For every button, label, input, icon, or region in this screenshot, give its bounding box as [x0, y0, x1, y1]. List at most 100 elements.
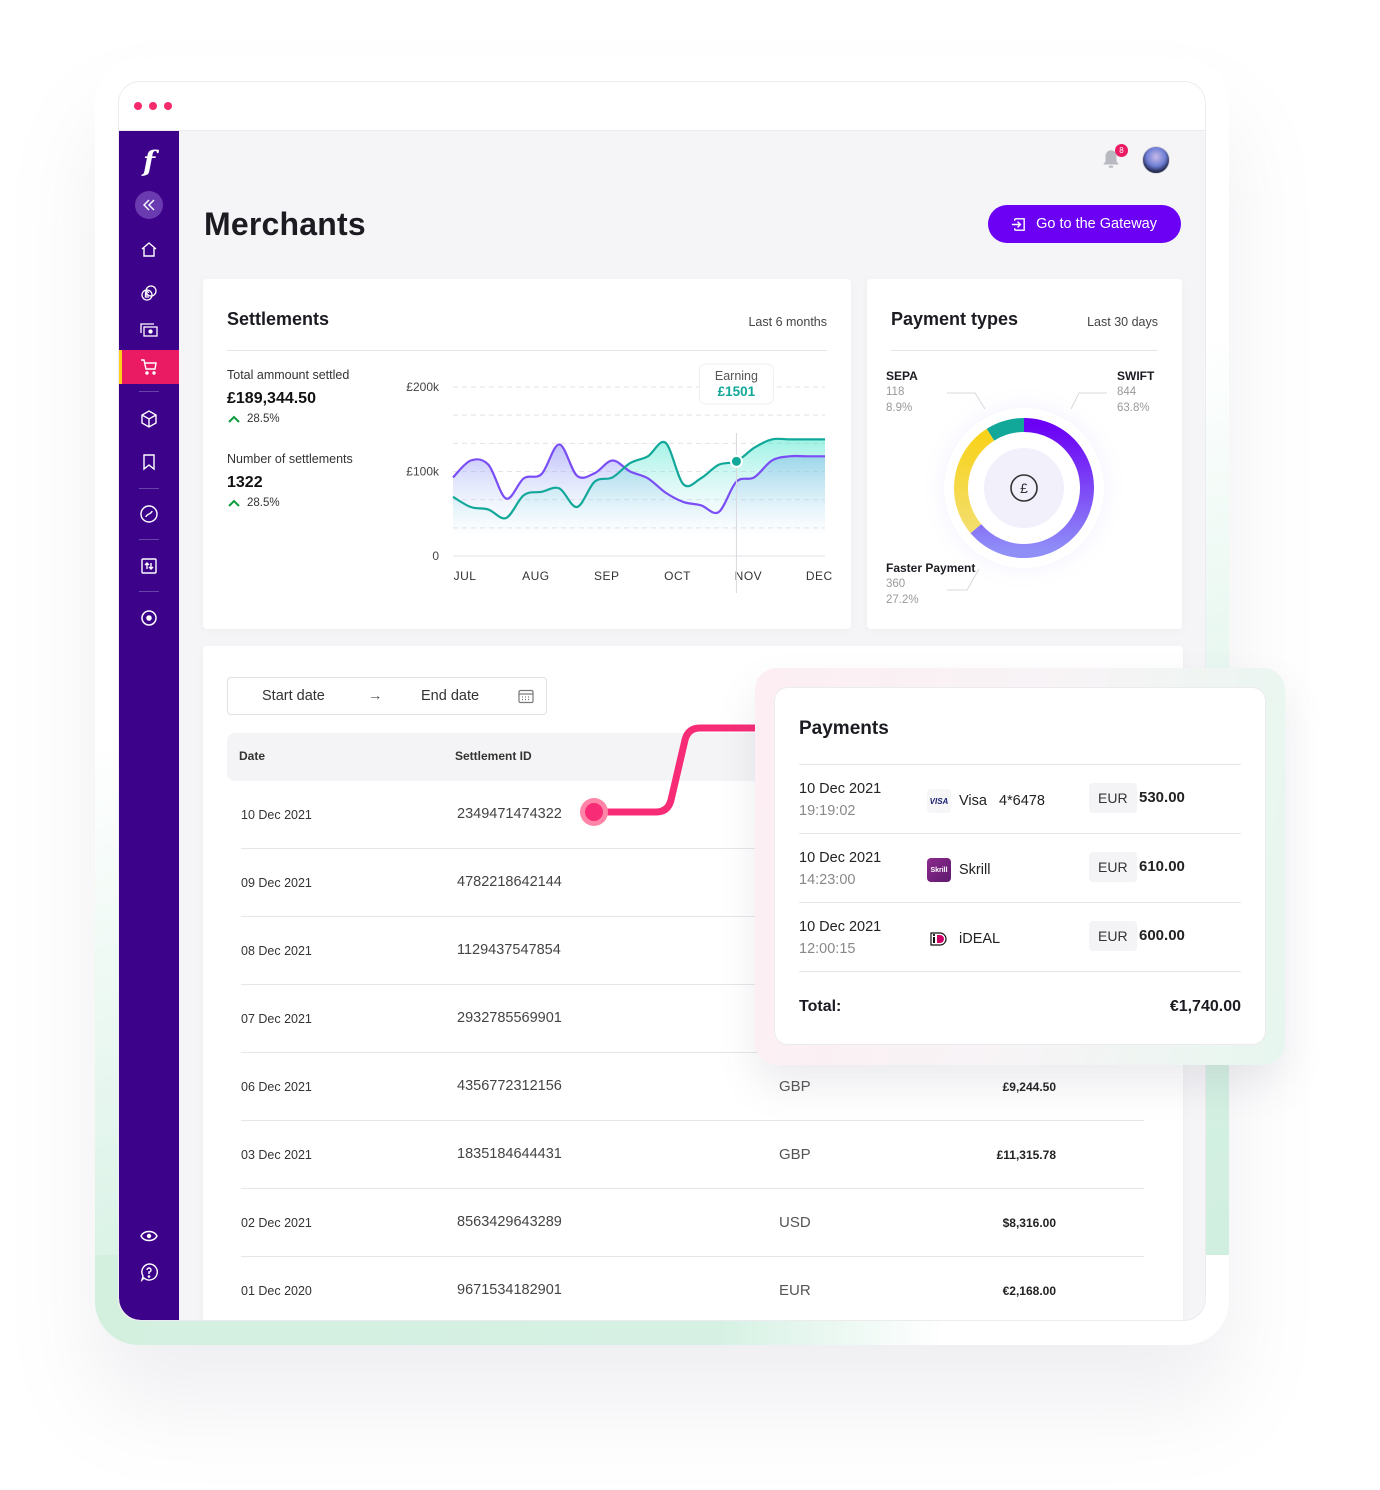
x-tick-label: SEP	[594, 569, 620, 583]
notifications-button[interactable]: 8	[1100, 144, 1128, 172]
tooltip-value: £1501	[718, 384, 756, 399]
table-row[interactable]: 02 Dec 2021 8563429643289 USD $8,316.00	[241, 1189, 1144, 1257]
tooltip-label: Earning	[715, 369, 758, 383]
series-area	[453, 438, 825, 536]
change-value: 28.5%	[247, 497, 280, 509]
help-icon	[140, 1263, 158, 1282]
title-bar	[119, 82, 1205, 131]
table-row[interactable]: 03 Dec 2021 1835184644431 GBP £11,315.78	[241, 1121, 1144, 1189]
legend-faster-payment: Faster Payment 360 27.2%	[886, 560, 975, 608]
cell-settlement-id: 2932785569901	[457, 1010, 562, 1026]
window-dot[interactable]	[164, 102, 172, 110]
calendar-icon[interactable]	[518, 689, 534, 704]
settlements-chart[interactable]: 0 £100k £200k JUL AUG SEP OCT NOV DEC Earning£150…	[393, 363, 833, 593]
payment-currency: EUR	[1089, 852, 1137, 882]
sidebar-item-currency[interactable]	[119, 276, 179, 310]
sidebar-item-settings[interactable]	[119, 601, 179, 635]
y-tick-label: 0	[432, 549, 439, 563]
cube-icon	[141, 410, 157, 428]
legend-count: 360	[886, 578, 906, 590]
sidebar-item-transfers[interactable]	[119, 549, 179, 583]
end-date-input[interactable]: End date	[421, 688, 479, 704]
header-actions: 8	[1100, 144, 1170, 174]
column-header-date[interactable]: Date	[239, 749, 265, 763]
legend-percent: 27.2%	[886, 594, 919, 606]
payments-total-value: €1,740.00	[1169, 998, 1241, 1015]
settlements-period[interactable]: Last 6 months	[748, 315, 827, 329]
sidebar-item-bookmarks[interactable]	[119, 445, 179, 479]
settlement-count-value: 1322	[227, 474, 263, 491]
x-tick-label: DEC	[806, 569, 833, 583]
payment-row[interactable]: 10 Dec 2021 14:23:00 Skrill Skrill EUR 610.00	[799, 834, 1241, 903]
sidebar-item-cash[interactable]	[119, 313, 179, 347]
payment-method: VISA Visa 4*6478	[927, 789, 1045, 813]
window-dot[interactable]	[134, 102, 142, 110]
payment-time: 12:00:15	[799, 941, 856, 957]
visa-icon: VISA	[927, 789, 951, 813]
payment-currency: EUR	[1089, 783, 1137, 813]
x-tick-label: JUL	[454, 569, 477, 583]
cart-icon	[141, 359, 157, 375]
coins-icon	[141, 285, 157, 301]
user-avatar[interactable]	[1142, 146, 1170, 174]
settlements-title: Settlements	[227, 309, 330, 329]
brand-logo[interactable]: f	[119, 145, 179, 178]
payment-types-period[interactable]: Last 30 days	[1087, 315, 1158, 329]
legend-percent: 8.9%	[886, 402, 913, 414]
x-tick-label: AUG	[522, 569, 550, 583]
cell-settlement-id: 9671534182901	[457, 1282, 562, 1298]
divider	[227, 350, 827, 351]
payment-row[interactable]: 10 Dec 2021 12:00:15 iDEAL EUR 600.00	[799, 903, 1241, 972]
payments-total-label: Total:	[799, 998, 842, 1015]
cell-date: 03 Dec 2021	[241, 1148, 312, 1162]
payment-currency: EUR	[1089, 921, 1137, 951]
cell-settlement-id: 1129437547854	[457, 942, 561, 958]
sidebar-item-help[interactable]	[119, 1255, 179, 1289]
payment-datetime: 10 Dec 2021 12:00:15	[799, 916, 881, 960]
cell-currency: USD	[779, 1214, 811, 1231]
window-controls	[134, 102, 172, 110]
gear-icon	[141, 610, 157, 626]
sidebar-item-merchants[interactable]	[119, 350, 179, 384]
cell-amount: £9,244.50	[1002, 1080, 1056, 1094]
sidebar-item-home[interactable]	[119, 233, 179, 267]
cell-currency: GBP	[779, 1146, 811, 1163]
payment-method: iDEAL	[927, 927, 1012, 951]
sidebar-item-visibility[interactable]	[119, 1219, 179, 1253]
payment-date: 10 Dec 2021	[799, 781, 882, 797]
cell-date: 08 Dec 2021	[241, 944, 312, 958]
home-icon	[141, 242, 157, 257]
collapse-sidebar-button[interactable]	[135, 191, 163, 219]
payment-date: 10 Dec 2021	[799, 850, 882, 866]
divider	[891, 350, 1158, 351]
settlements-card: Settlements Last 6 months Total ammount …	[203, 279, 851, 629]
payment-amount: 530.00	[1139, 789, 1185, 806]
payment-row[interactable]: 10 Dec 2021 19:19:02 VISA Visa 4*6478 EUR 530.…	[799, 765, 1241, 834]
column-header-settlement-id[interactable]: Settlement ID	[455, 749, 532, 763]
window-dot[interactable]	[149, 102, 157, 110]
payment-datetime: 10 Dec 2021 14:23:00	[799, 847, 881, 891]
skrill-icon: Skrill	[927, 858, 951, 882]
payment-time: 19:19:02	[799, 803, 856, 819]
legend-name: SWIFT	[1117, 369, 1155, 383]
payment-method-detail: 4*6478	[998, 793, 1045, 809]
sidebar-item-products[interactable]	[119, 402, 179, 436]
sidebar-divider	[139, 591, 159, 592]
date-range-picker[interactable]: Start date → End date	[227, 677, 547, 715]
cell-amount: £11,315.78	[996, 1148, 1056, 1162]
start-date-input[interactable]: Start date	[262, 688, 325, 704]
sidebar: f	[119, 131, 179, 1320]
pound-symbol: £	[1020, 480, 1028, 496]
legend-percent: 63.8%	[1117, 402, 1150, 414]
sidebar-divider	[139, 539, 159, 540]
cell-settlement-id: 8563429643289	[457, 1214, 562, 1230]
go-to-gateway-button[interactable]: Go to the Gateway	[988, 205, 1181, 243]
sidebar-item-exchange[interactable]	[119, 497, 179, 531]
table-row[interactable]: 01 Dec 2020 9671534182901 EUR €2,168.00	[241, 1257, 1144, 1320]
payments-popup: Payments 10 Dec 2021 19:19:02 VISA Visa 4*64…	[755, 668, 1285, 1065]
total-settled-value: £189,344.50	[227, 390, 316, 407]
exchange-icon	[140, 505, 158, 523]
cell-date: 02 Dec 2021	[241, 1216, 312, 1230]
payment-time: 14:23:00	[799, 872, 856, 888]
total-settled-change: 28.5%	[227, 413, 280, 425]
